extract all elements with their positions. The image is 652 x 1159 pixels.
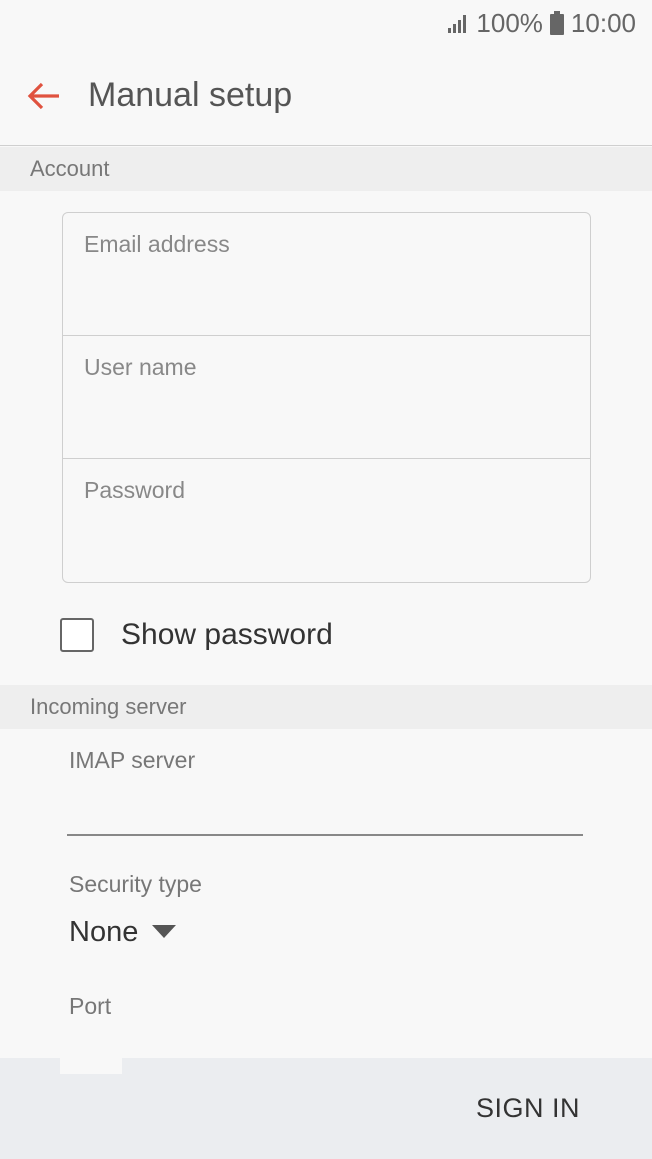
app-bar: Manual setup xyxy=(0,46,652,146)
port-label: Port xyxy=(69,993,112,1019)
battery-icon xyxy=(549,11,565,35)
show-password-row[interactable]: Show password xyxy=(60,612,333,658)
password-field[interactable]: Password xyxy=(63,459,590,582)
status-time: 10:00 xyxy=(570,7,636,38)
show-password-checkbox[interactable] xyxy=(60,618,94,652)
sign-in-button[interactable]: SIGN IN xyxy=(476,1093,580,1124)
security-type-dropdown[interactable]: None xyxy=(69,912,177,952)
status-bar: 100% 10:00 xyxy=(0,0,652,46)
section-header-account: Account xyxy=(0,147,652,191)
battery-percent: 100% xyxy=(476,7,543,38)
username-field[interactable]: User name xyxy=(63,336,590,459)
signal-icon xyxy=(448,13,470,33)
show-password-label: Show password xyxy=(121,618,333,651)
email-field[interactable]: Email address xyxy=(63,213,590,336)
imap-server-input[interactable] xyxy=(67,788,583,836)
section-header-incoming-server: Incoming server xyxy=(0,685,652,729)
security-type-label: Security type xyxy=(69,871,202,897)
arrow-left-icon xyxy=(27,82,59,109)
port-input[interactable] xyxy=(60,1058,122,1074)
account-form: Email address User name Password xyxy=(62,212,591,583)
page-title: Manual setup xyxy=(88,76,293,114)
back-button[interactable] xyxy=(0,46,88,146)
imap-server-label: IMAP server xyxy=(69,747,196,773)
dropdown-arrow-icon xyxy=(152,925,177,938)
security-type-value: None xyxy=(69,915,139,948)
